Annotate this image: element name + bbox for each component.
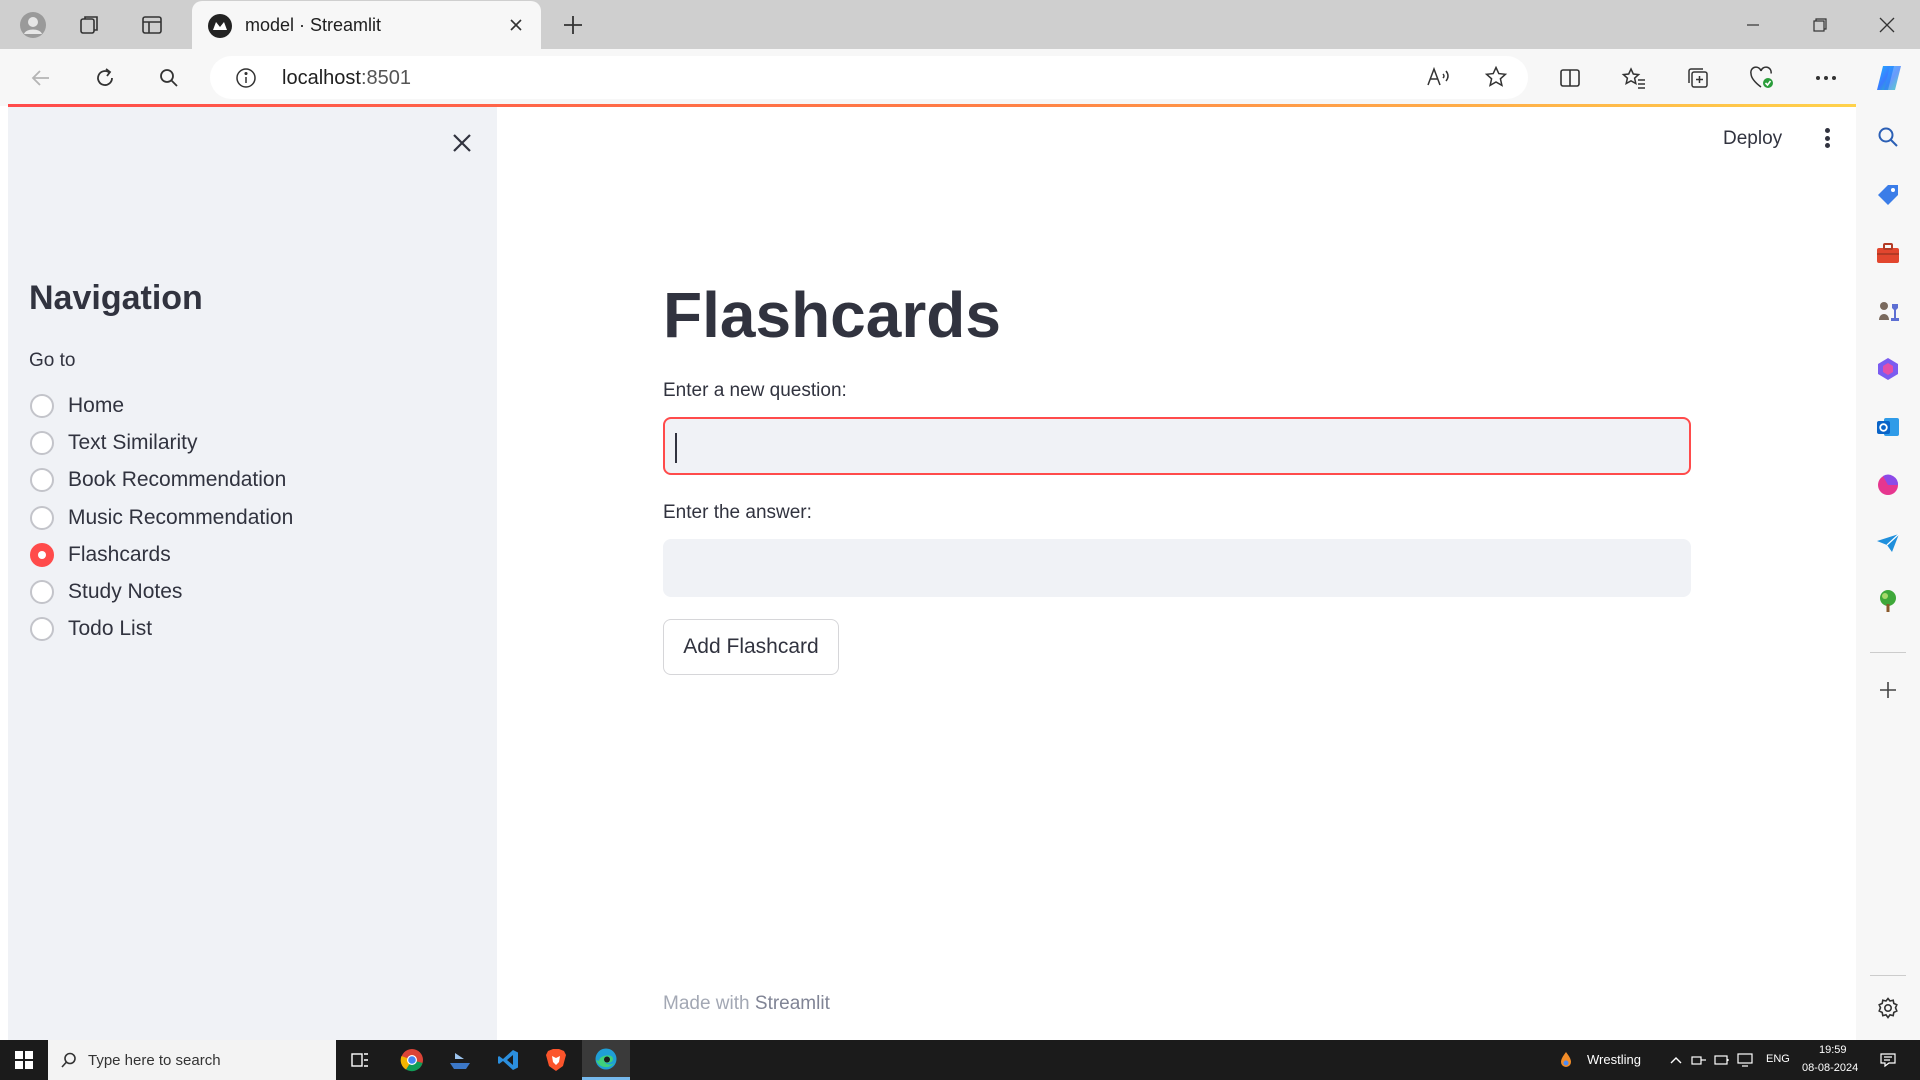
edge-sidebar	[1856, 106, 1920, 1041]
weather-text[interactable]: Wrestling	[1587, 1052, 1641, 1067]
language-indicator[interactable]: ENG	[1766, 1053, 1790, 1065]
radio-button[interactable]	[30, 393, 54, 418]
navigation-radio-group: Home Text Similarity Book Recommendation…	[29, 387, 293, 648]
taskbar-search-box[interactable]: Type here to search	[48, 1040, 336, 1080]
radio-label: Study Notes	[68, 580, 183, 604]
ship-app-icon[interactable]	[436, 1040, 484, 1080]
vertical-tabs-icon[interactable]	[135, 8, 169, 42]
answer-input[interactable]	[663, 539, 1691, 597]
radio-item-flashcards[interactable]: Flashcards	[29, 536, 293, 573]
weather-icon[interactable]	[1558, 1052, 1574, 1068]
radio-button[interactable]	[30, 617, 54, 642]
footer-made-with: Made with Streamlit	[663, 993, 830, 1014]
profile-icon[interactable]	[16, 8, 50, 42]
windows-start-icon[interactable]	[0, 1040, 48, 1080]
notifications-icon[interactable]	[1880, 1052, 1896, 1068]
outlook-icon[interactable]	[1872, 411, 1904, 443]
display-icon[interactable]	[1737, 1052, 1753, 1068]
shopping-tag-icon[interactable]	[1872, 179, 1904, 211]
microsoft-365-icon[interactable]	[1872, 353, 1904, 385]
read-aloud-icon[interactable]	[1423, 61, 1455, 93]
radio-button[interactable]	[30, 580, 54, 605]
browser-essentials-icon[interactable]	[1745, 61, 1779, 95]
task-view-icon[interactable]	[336, 1040, 384, 1080]
taskbar-search-icon	[61, 1052, 76, 1068]
radio-item-home[interactable]: Home	[29, 387, 293, 424]
main-menu-icon[interactable]	[1817, 125, 1837, 151]
question-input[interactable]	[663, 417, 1691, 475]
radio-button[interactable]	[30, 430, 54, 455]
restore-icon[interactable]	[1800, 8, 1840, 42]
more-options-icon[interactable]	[1809, 61, 1843, 95]
network-icon[interactable]	[1691, 1052, 1707, 1068]
site-info-icon[interactable]	[234, 66, 258, 90]
address-bar[interactable]: localhost:8501	[210, 56, 1528, 99]
collections-icon[interactable]	[1681, 61, 1715, 95]
drop-icon[interactable]	[1872, 469, 1904, 501]
radio-label: Flashcards	[68, 542, 171, 566]
sidebar-search-icon[interactable]	[1872, 121, 1904, 153]
url-text: localhost:8501	[282, 67, 411, 89]
main-content: Deploy Flashcards Enter a new question: …	[497, 107, 1856, 1041]
deploy-button[interactable]: Deploy	[1723, 128, 1782, 150]
tray-chevron-up-icon[interactable]	[1668, 1052, 1684, 1068]
split-screen-icon[interactable]	[1553, 61, 1587, 95]
favorite-star-icon[interactable]	[1480, 61, 1512, 93]
radio-button[interactable]	[30, 505, 54, 530]
battery-icon[interactable]	[1714, 1052, 1730, 1068]
refresh-icon[interactable]	[88, 61, 122, 95]
add-flashcard-button[interactable]: Add Flashcard	[663, 619, 839, 675]
new-tab-icon[interactable]	[556, 8, 590, 42]
radio-label: Todo List	[68, 617, 153, 641]
windows-taskbar: Type here to search Wrestling ENG 19:59 …	[0, 1040, 1920, 1080]
vscode-icon[interactable]	[484, 1040, 532, 1080]
back-icon[interactable]	[24, 61, 58, 95]
answer-label: Enter the answer:	[663, 502, 812, 523]
copilot-icon[interactable]	[1872, 61, 1906, 95]
streamlit-sidebar: Navigation Go to Home Text Similarity Bo…	[8, 107, 497, 1041]
sidebar-settings-icon[interactable]	[1872, 992, 1904, 1024]
browser-toolbar: localhost:8501	[0, 49, 1920, 106]
tree-icon[interactable]	[1872, 585, 1904, 617]
page-title: Flashcards	[663, 279, 1001, 351]
clock-date[interactable]: 08-08-2024	[1802, 1062, 1858, 1074]
radio-button[interactable]	[30, 468, 54, 493]
tab-close-icon[interactable]	[504, 13, 528, 37]
radio-item-todo-list[interactable]: Todo List	[29, 611, 293, 648]
window-close-icon[interactable]	[1867, 8, 1907, 42]
active-tab[interactable]: model · Streamlit	[192, 1, 541, 49]
browser-tab-strip: model · Streamlit	[0, 0, 1920, 49]
sidebar-title: Navigation	[29, 279, 203, 317]
streamlit-favicon-icon	[208, 14, 232, 38]
taskbar-search-placeholder: Type here to search	[88, 1052, 221, 1069]
radio-group-label: Go to	[29, 350, 76, 371]
clock-time[interactable]: 19:59	[1819, 1044, 1847, 1056]
question-label: Enter a new question:	[663, 380, 847, 401]
radio-button-selected[interactable]	[30, 542, 54, 567]
radio-item-study-notes[interactable]: Study Notes	[29, 573, 293, 610]
tab-title: model · Streamlit	[245, 15, 382, 35]
send-telegram-icon[interactable]	[1872, 527, 1904, 559]
radio-label: Book Recommendation	[68, 468, 287, 492]
sidebar-close-icon[interactable]	[447, 128, 477, 158]
chrome-icon[interactable]	[388, 1040, 436, 1080]
minimize-icon[interactable]	[1733, 8, 1773, 42]
workspaces-icon[interactable]	[73, 8, 107, 42]
radio-label: Home	[68, 393, 125, 417]
streamlit-link[interactable]: Streamlit	[755, 993, 830, 1014]
radio-item-book-recommendation[interactable]: Book Recommendation	[29, 462, 293, 499]
radio-item-music-recommendation[interactable]: Music Recommendation	[29, 499, 293, 536]
search-icon[interactable]	[152, 61, 186, 95]
add-sidebar-app-icon[interactable]	[1872, 674, 1904, 706]
edge-taskbar-icon[interactable]	[582, 1040, 630, 1080]
radio-label: Text Similarity	[68, 430, 198, 454]
games-chess-icon[interactable]	[1872, 295, 1904, 327]
brave-icon[interactable]	[532, 1040, 580, 1080]
tools-briefcase-icon[interactable]	[1872, 237, 1904, 269]
text-caret	[675, 433, 677, 463]
radio-label: Music Recommendation	[68, 505, 294, 529]
radio-item-text-similarity[interactable]: Text Similarity	[29, 424, 293, 461]
favorites-icon[interactable]	[1617, 61, 1651, 95]
